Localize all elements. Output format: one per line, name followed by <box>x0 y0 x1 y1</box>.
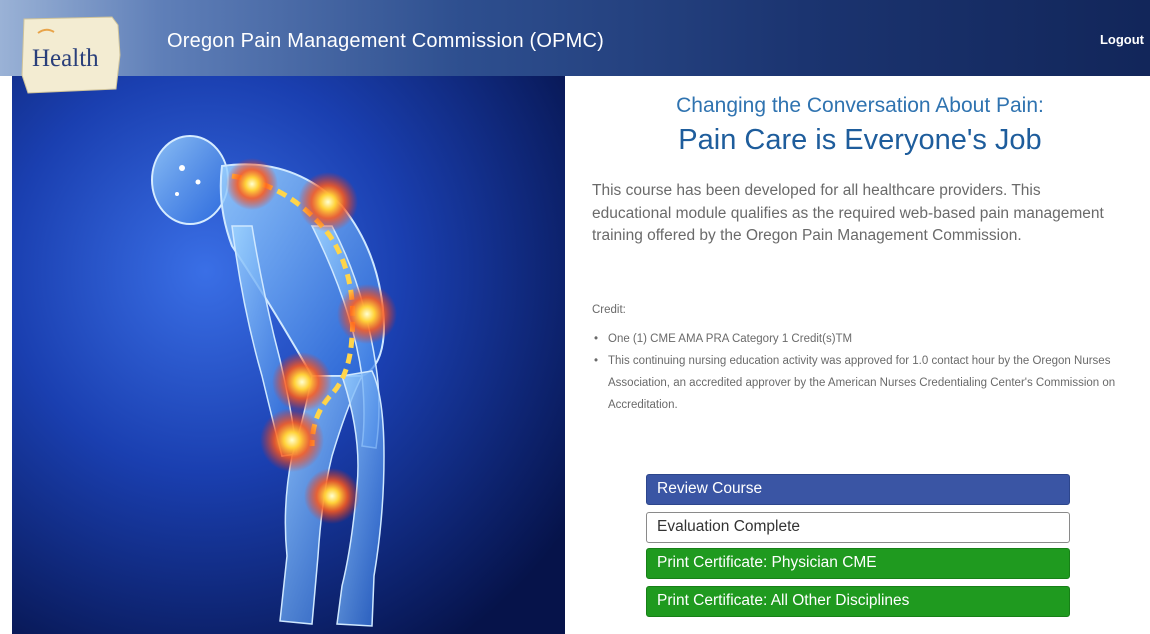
logout-link[interactable]: Logout <box>1100 32 1144 47</box>
credit-item: One (1) CME AMA PRA Category 1 Credit(s)… <box>592 328 1122 350</box>
evaluation-complete-button[interactable]: Evaluation Complete <box>646 512 1070 543</box>
page-title: Pain Care is Everyone's Job <box>678 124 1042 156</box>
logo-text: Health <box>32 45 99 72</box>
pain-illustration <box>12 76 565 634</box>
review-course-button[interactable]: Review Course <box>646 474 1070 505</box>
credit-label: Credit: <box>592 304 626 316</box>
print-physician-certificate-button[interactable]: Print Certificate: Physician CME <box>646 548 1070 579</box>
app-title: Oregon Pain Management Commission (OPMC) <box>167 30 605 52</box>
credit-list: One (1) CME AMA PRA Category 1 Credit(s)… <box>592 328 1122 416</box>
page-subtitle: Changing the Conversation About Pain: <box>676 94 1044 117</box>
print-other-certificate-button[interactable]: Print Certificate: All Other Disciplines <box>646 586 1070 617</box>
header-bar: Oregon Pain Management Commission (OPMC)… <box>0 0 1150 76</box>
oregon-health-logo: Health <box>20 15 124 95</box>
course-description: This course has been developed for all h… <box>592 182 1104 244</box>
credit-item: This continuing nursing education activi… <box>592 350 1122 416</box>
